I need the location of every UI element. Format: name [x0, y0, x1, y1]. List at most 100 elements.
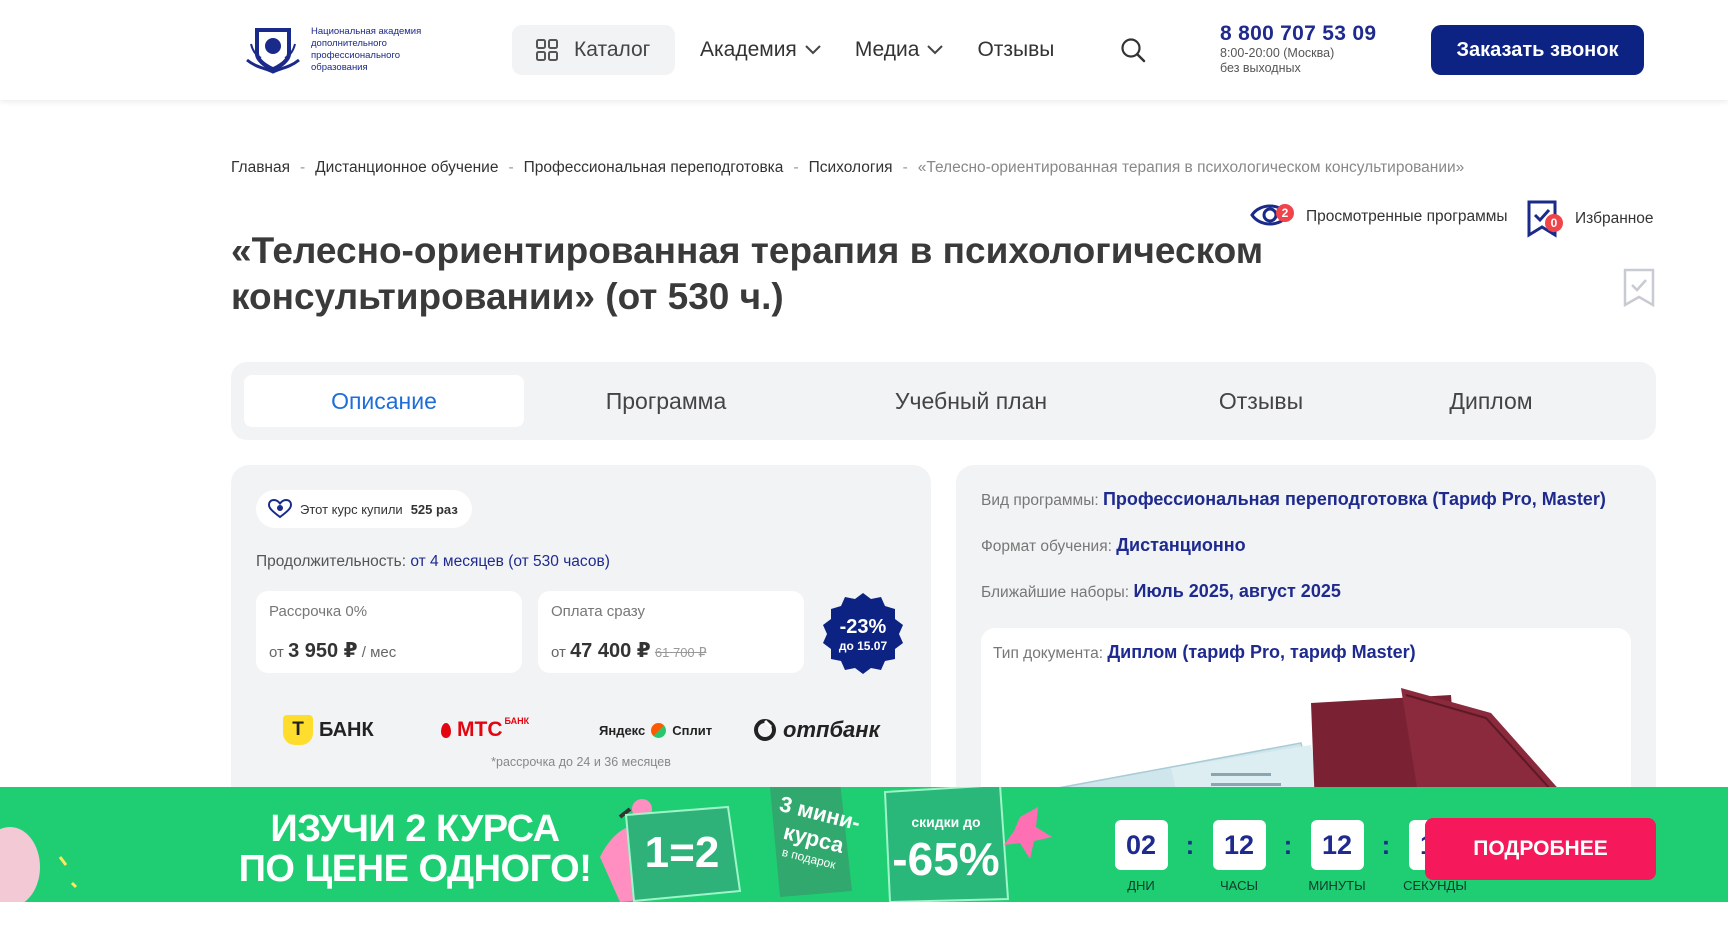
breadcrumb-separator: - [902, 159, 908, 176]
chevron-down-icon [927, 45, 944, 55]
mts-sub: БАНК [504, 716, 530, 726]
timer-minutes: 12 МИНУТЫ [1301, 820, 1373, 893]
mts-bank-logo: МТС БАНК [441, 710, 529, 750]
installment-note: *рассрочка до 24 и 36 месяцев [491, 755, 671, 769]
promo-banner[interactable]: ИЗУЧИ 2 КУРСА ПО ЦЕНЕ ОДНОГО! 1=2 3 мини… [0, 787, 1728, 902]
discount-until: до 15.07 [839, 639, 888, 653]
timer-value: 02 [1114, 820, 1168, 870]
yandex-name: Яндекс [599, 722, 646, 738]
tab-program[interactable]: Программа [541, 375, 791, 427]
otp-bank-logo: отпбанк [753, 710, 880, 750]
viewed-count: 2 [1276, 204, 1294, 222]
full-payment-label: Оплата сразу [551, 603, 645, 620]
favorites-label: Избранное [1575, 210, 1654, 227]
breadcrumb-link[interactable]: Профессиональная переподготовка [524, 159, 784, 177]
catalog-button[interactable]: Каталог [512, 25, 675, 75]
page-title: «Телесно-ориентированная терапия в психо… [231, 230, 1264, 317]
full-payment-option[interactable]: Оплата сразу от 47 400 ₽ 61 700 ₽ [538, 591, 804, 673]
favorites-badge: 0 [1527, 200, 1563, 238]
nav-item-academy[interactable]: Академия [700, 38, 821, 62]
phone-block: 8 800 707 53 09 8:00-20:00 (Москва) без … [1220, 22, 1376, 76]
promo-title-line: ПО ЦЕНЕ ОДНОГО! [238, 848, 592, 890]
installment-amount: 3 950 ₽ [288, 640, 358, 662]
timer-label: ЧАСЫ [1220, 878, 1258, 893]
breadcrumb-separator: - [300, 159, 306, 176]
discount-percent: -23% [840, 616, 887, 638]
favorites-count: 0 [1545, 214, 1563, 232]
program-type-label: Вид программы: [981, 492, 1099, 509]
otp-ring-icon [754, 719, 776, 741]
nearest-starts-label: Ближайшие наборы: [981, 584, 1130, 601]
timer-value: 12 [1310, 820, 1364, 870]
phone-days: без выходных [1220, 61, 1301, 75]
document-type: Тип документа: Диплом (тариф Pro, тариф … [993, 642, 1416, 663]
full-payment-amount: 47 400 ₽ [570, 640, 651, 662]
timer-colon: : [1283, 829, 1293, 860]
promo-stickers: 1=2 3 мини- курса в подарок скидки до -6… [600, 787, 1052, 902]
nav-item-reviews[interactable]: Отзывы [977, 38, 1054, 62]
promo-more-button[interactable]: ПОДРОБНЕЕ [1425, 818, 1656, 880]
installment-suffix: / мес [361, 644, 397, 661]
promo-title-line: ИЗУЧИ 2 КУРСА [270, 808, 560, 850]
tab-reviews[interactable]: Отзывы [1161, 375, 1361, 427]
installment-from: от [269, 644, 284, 661]
tab-description[interactable]: Описание [244, 375, 524, 427]
breadcrumb-link[interactable]: Дистанционное обучение [315, 159, 498, 177]
installment-partners: Т БАНК МТС БАНК Яндекс Сплит отпбанк [231, 710, 931, 750]
installment-option[interactable]: Рассрочка 0% от 3 950 ₽ / мес [256, 591, 522, 673]
study-format-label: Формат обучения: [981, 538, 1112, 555]
nearest-starts-value: Июль 2025, август 2025 [1133, 581, 1341, 601]
yandex-split-logo: Яндекс Сплит [599, 710, 712, 750]
timer-label: СЕКУНДЫ [1403, 878, 1467, 893]
breadcrumb-separator: - [508, 159, 514, 176]
tbank-shield-icon: Т [283, 715, 313, 745]
logo[interactable]: Национальная академия дополнительного пр… [243, 24, 441, 76]
tab-curriculum[interactable]: Учебный план [831, 375, 1111, 427]
duration: Продолжительность: от 4 месяцев (от 530 … [256, 553, 610, 571]
main-nav: Академия Медиа Отзывы [700, 38, 1088, 62]
mts-name: МТС [457, 718, 503, 741]
tbank-logo: Т БАНК [283, 710, 374, 750]
purchase-count-badge: Этот курс купили 525 раз [256, 490, 472, 528]
installment-label: Рассрочка 0% [269, 603, 368, 620]
nav-label: Медиа [854, 38, 920, 61]
promo-title: ИЗУЧИ 2 КУРСА ПО ЦЕНЕ ОДНОГО! [225, 809, 605, 889]
program-type: Вид программы: Профессиональная переподг… [981, 489, 1606, 510]
add-to-favorites-icon[interactable] [1623, 268, 1655, 308]
study-format-value: Дистанционно [1116, 535, 1246, 555]
favorites-link[interactable]: 0 Избранное [1527, 200, 1654, 238]
mts-egg-icon [441, 722, 451, 738]
catalog-label: Каталог [574, 38, 651, 61]
nav-label: Отзывы [977, 38, 1055, 61]
site-header: Национальная академия дополнительного пр… [0, 0, 1728, 100]
breadcrumb-link[interactable]: Психология [809, 159, 893, 177]
timer-colon: : [1381, 829, 1391, 860]
promo-sticker-discount: -65% [892, 833, 999, 885]
logo-text: Национальная академия дополнительного пр… [311, 26, 422, 73]
timer-label: МИНУТЫ [1308, 878, 1366, 893]
search-icon[interactable] [1120, 37, 1146, 63]
phone-number[interactable]: 8 800 707 53 09 [1220, 22, 1376, 46]
heart-icon [268, 499, 292, 519]
document-type-label: Тип документа: [993, 645, 1104, 662]
breadcrumb-link[interactable]: Главная [231, 159, 290, 177]
academy-emblem-icon [246, 28, 300, 74]
drink-decoration-icon [0, 827, 78, 902]
phone-hours: 8:00-20:00 (Москва) [1220, 46, 1335, 60]
installment-price: от 3 950 ₽ / мес [269, 638, 396, 663]
breadcrumb-separator: - [793, 159, 799, 176]
content-tabs: Описание Программа Учебный план Отзывы Д… [231, 362, 1656, 440]
full-payment-price: от 47 400 ₽ 61 700 ₽ [551, 638, 707, 663]
promo-sticker-discount: скидки до [911, 814, 980, 830]
nav-label: Академия [700, 38, 797, 61]
grid-icon [536, 39, 558, 61]
tab-diploma[interactable]: Диплом [1391, 375, 1591, 427]
nav-item-media[interactable]: Медиа [855, 38, 944, 62]
request-call-button[interactable]: Заказать звонок [1431, 25, 1644, 75]
otp-name: отпбанк [783, 717, 880, 742]
breadcrumb-current: «Телесно-ориентированная терапия в психо… [917, 159, 1465, 176]
timer-colon: : [1185, 829, 1195, 860]
split-name: Сплит [672, 722, 713, 738]
timer-value: 12 [1212, 820, 1266, 870]
program-type-value: Профессиональная переподготовка (Тариф P… [1102, 489, 1606, 509]
